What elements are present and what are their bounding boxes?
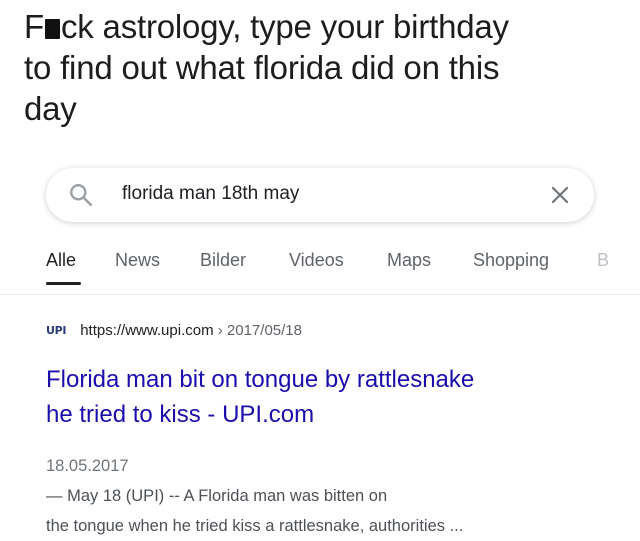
result-url[interactable]: https://www.upi.com › 2017/05/18 <box>80 322 302 339</box>
caption-line-3: day <box>24 90 77 127</box>
censor-block <box>44 19 60 39</box>
result-title-line-1: Florida man bit on tongue by rattlesnake <box>46 366 475 393</box>
caption-line-2: to find out what florida did on this <box>24 49 500 86</box>
snippet-line-1: 18.05.2017 — May 18 (UPI) -- A Florida m… <box>46 451 626 511</box>
search-tabs: Alle News Bilder Videos Maps Shopping B <box>0 246 640 295</box>
result-url-breadcrumb: › 2017/05/18 <box>213 321 302 339</box>
snippet-line-1-text: — May 18 (UPI) -- A Florida man was bitt… <box>46 487 388 505</box>
active-tab-indicator <box>46 282 81 285</box>
caption-prefix: F <box>24 8 44 45</box>
close-icon[interactable] <box>548 183 572 207</box>
tab-videos[interactable]: Videos <box>289 250 344 271</box>
tab-alle[interactable]: Alle <box>46 250 76 271</box>
search-input[interactable]: florida man 18th may <box>122 183 299 205</box>
upi-favicon: UPI <box>46 323 67 337</box>
result-title-line-2: he tried to kiss - UPI.com <box>46 401 315 428</box>
tab-shopping[interactable]: Shopping <box>473 250 549 271</box>
caption-line-1: Fck astrology, type your birthday <box>24 6 624 47</box>
result-source[interactable]: UPI https://www.upi.com › 2017/05/18 <box>46 320 302 340</box>
snippet-line-2: the tongue when he tried kiss a rattlesn… <box>46 517 464 535</box>
result-title-link[interactable]: Florida man bit on tongue by rattlesnake… <box>46 362 606 432</box>
meme-caption: Fck astrology, type your birthday to fin… <box>24 6 624 129</box>
tab-news[interactable]: News <box>115 250 160 271</box>
tab-bilder[interactable]: Bilder <box>200 250 246 271</box>
result-snippet: 18.05.2017 — May 18 (UPI) -- A Florida m… <box>46 451 626 541</box>
tab-maps[interactable]: Maps <box>387 250 431 271</box>
search-icon <box>70 184 93 207</box>
tab-books-truncated[interactable]: B <box>597 250 609 271</box>
caption-suffix: ck astrology, type your birthday <box>60 8 509 45</box>
result-url-domain: https://www.upi.com <box>80 321 214 339</box>
search-box[interactable]: florida man 18th may <box>46 168 594 222</box>
result-date: 18.05.2017 <box>46 457 129 475</box>
